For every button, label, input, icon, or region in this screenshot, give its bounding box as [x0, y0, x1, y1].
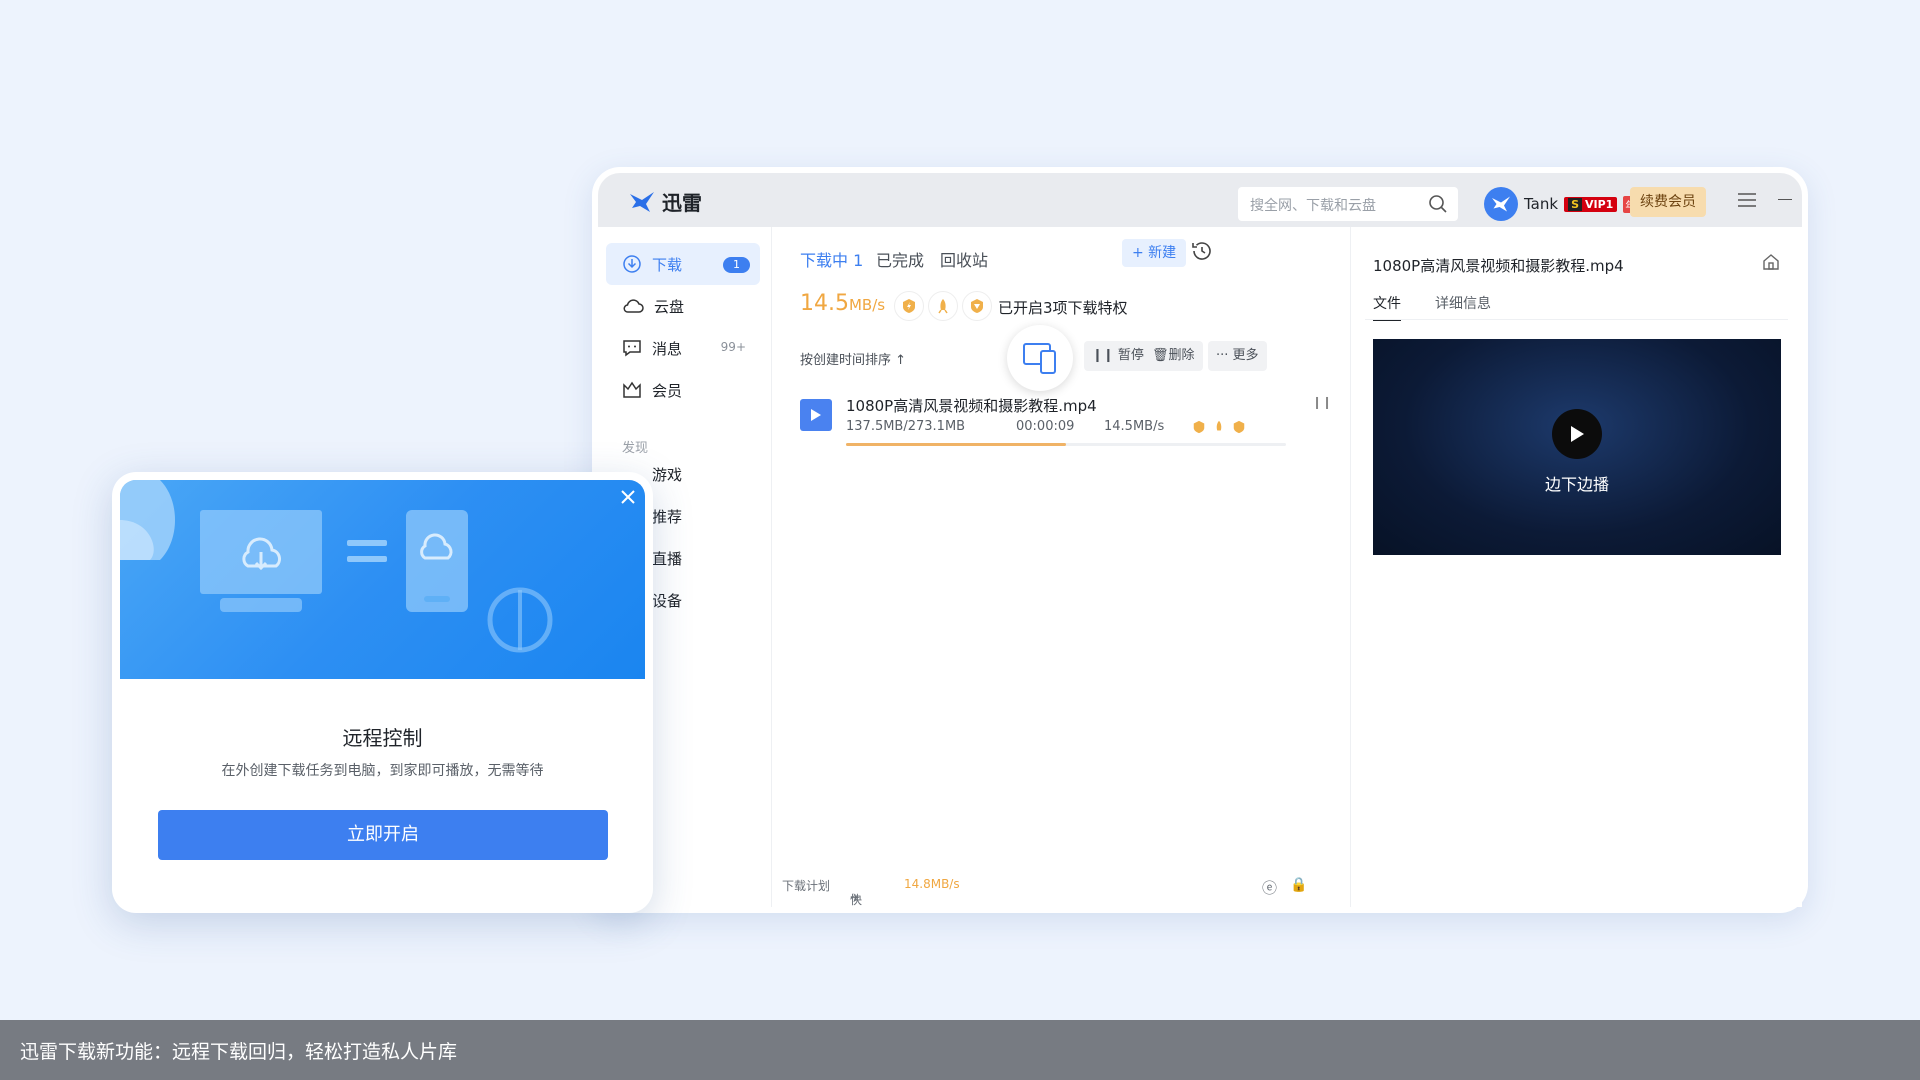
search-placeholder: 搜全网、下载和云盘 [1250, 198, 1376, 214]
menu-icon[interactable] [1738, 193, 1756, 207]
history-icon[interactable] [1190, 239, 1214, 263]
remote-device-button[interactable] [1007, 325, 1073, 391]
close-icon[interactable] [621, 490, 635, 504]
thunder-logo-icon [630, 191, 654, 212]
sidebar-item-label: 游戏 [652, 465, 683, 484]
download-icon [623, 255, 641, 273]
more-button[interactable]: ··· 更多 [1208, 341, 1267, 371]
trash-icon: 🗑 [1152, 348, 1169, 363]
perk-lightning-icon [1193, 420, 1205, 434]
task-row[interactable]: 1080P高清风景视频和摄影教程.mp4 137.5MB/273.1MB 00:… [800, 395, 1332, 455]
task-progress-bar [846, 443, 1286, 446]
task-pause-icon[interactable]: ❙❙ [1312, 395, 1332, 409]
remote-control-popup: 远程控制 在外创建下载任务到电脑，到家即可播放，无需等待 立即开启 [112, 472, 653, 913]
caption-text: 迅雷下载新功能：远程下载回归，轻松打造私人片库 [20, 1041, 458, 1063]
crown-icon [623, 381, 641, 398]
devices-icon [1023, 343, 1056, 374]
delete-button[interactable]: 🗑删除 [1144, 341, 1203, 371]
cloud-icon [623, 299, 644, 313]
home-icon[interactable] [1762, 253, 1780, 271]
perks-enabled-text: 已开启3项下载特权 [998, 299, 1128, 317]
perk-rocket-icon [1216, 420, 1222, 431]
tab-details[interactable]: 详细信息 [1435, 293, 1491, 313]
sort-selector[interactable]: 按创建时间排序 ↑ [800, 349, 906, 368]
sidebar-item-label: 云盘 [654, 297, 685, 316]
user-info[interactable]: Tank SVIP1 年 [1484, 187, 1638, 221]
new-task-button[interactable]: + 新建 [1122, 239, 1187, 267]
lock-icon[interactable]: 🔒 [1290, 877, 1307, 893]
popup-description: 在外创建下载任务到电脑，到家即可播放，无需等待 [221, 763, 544, 779]
sidebar-item-download[interactable]: 下载 1 [606, 243, 760, 285]
video-preview[interactable]: 边下边播 [1373, 339, 1781, 555]
message-count: 99+ [720, 340, 746, 354]
play-icon [811, 409, 821, 421]
video-play-button[interactable] [1552, 409, 1602, 459]
download-panel: 下载中 1 已完成 回收站 + 新建 14.5MB/s 已开启3项下载特权 按创… [772, 227, 1350, 907]
message-icon [623, 340, 641, 357]
pause-button[interactable]: ❙❙ 暂停 [1084, 341, 1152, 371]
task-speed: 14.5MB/s [1104, 419, 1165, 434]
perk-lightning-icon[interactable] [894, 291, 924, 321]
browser-icon[interactable]: ⓔ [1262, 877, 1277, 898]
detail-panel: 1080P高清风景视频和摄影教程.mp4 文件 详细信息 边下边播 [1350, 227, 1802, 907]
sidebar-item-label: 直播 [652, 549, 683, 568]
search-icon[interactable] [1428, 194, 1448, 214]
search-input[interactable]: 搜全网、下载和云盘 [1238, 187, 1458, 221]
sidebar-item-cloud[interactable]: 云盘 [606, 285, 760, 327]
app-window: 迅雷 搜全网、下载和云盘 Tank SVIP1 年 续费会员 [592, 167, 1808, 913]
download-footer: 下载计划 ✈ 快鸟 14.8MB/s ⓔ 🔒 [782, 877, 1308, 907]
popup-title: 远程控制 [342, 726, 423, 750]
app-inner: 迅雷 搜全网、下载和云盘 Tank SVIP1 年 续费会员 [598, 173, 1802, 907]
detail-tab-divider [1365, 319, 1788, 320]
sidebar-item-label: 推荐 [652, 507, 683, 526]
sidebar-item-label: 设备 [652, 591, 683, 610]
tab-recycle[interactable]: 回收站 [940, 247, 988, 271]
caption-bar: 迅雷下载新功能：远程下载回归，轻松打造私人片库 [0, 1020, 1920, 1080]
footer-speed: 14.8MB/s [904, 877, 960, 891]
download-speed: 14.5MB/s [800, 291, 886, 316]
vip-badge: S VIP1 [1564, 196, 1618, 212]
sidebar-item-label: 下载 [652, 255, 683, 274]
delete-label: 删除 [1168, 348, 1195, 363]
perk-rocket-icon[interactable] [928, 291, 958, 321]
sidebar-item-vip[interactable]: 会员 [606, 369, 760, 411]
download-plan-link[interactable]: 下载计划 [782, 877, 830, 894]
app-logo: 迅雷 [628, 187, 702, 216]
perk-diamond-icon[interactable] [962, 291, 992, 321]
perk-diamond-icon [1233, 420, 1245, 434]
popup-banner [120, 480, 645, 679]
task-play-button[interactable] [800, 399, 832, 431]
sidebar-item-label: 会员 [652, 381, 683, 400]
avatar[interactable] [1484, 187, 1518, 221]
tab-completed[interactable]: 已完成 [876, 247, 924, 271]
tab-downloading[interactable]: 下载中 1 [800, 247, 863, 271]
task-size: 137.5MB/273.1MB [846, 419, 966, 434]
play-icon [1571, 426, 1584, 442]
sidebar-item-label: 消息 [652, 339, 683, 358]
title-bar: 迅雷 搜全网、下载和云盘 Tank SVIP1 年 续费会员 [598, 173, 1802, 227]
play-while-download-label: 边下边播 [1544, 475, 1609, 494]
sidebar-item-message[interactable]: 消息 99+ [606, 327, 760, 369]
app-name: 迅雷 [662, 191, 702, 215]
minimize-icon[interactable] [1778, 199, 1792, 200]
task-file-name: 1080P高清风景视频和摄影教程.mp4 [846, 397, 1097, 415]
task-progress-fill [846, 443, 1066, 446]
download-count-badge: 1 [723, 257, 750, 273]
username: Tank [1524, 195, 1559, 213]
tab-file[interactable]: 文件 [1373, 293, 1401, 321]
enable-now-button[interactable]: 立即开启 [158, 810, 608, 860]
renew-button[interactable]: 续费会员 [1630, 187, 1706, 217]
task-remaining-time: 00:00:09 [1016, 419, 1075, 434]
remote-illustration [120, 480, 553, 653]
task-perk-icons [1192, 420, 1246, 434]
detail-file-name: 1080P高清风景视频和摄影教程.mp4 [1373, 257, 1624, 275]
avatar-bird-icon [1492, 196, 1510, 212]
